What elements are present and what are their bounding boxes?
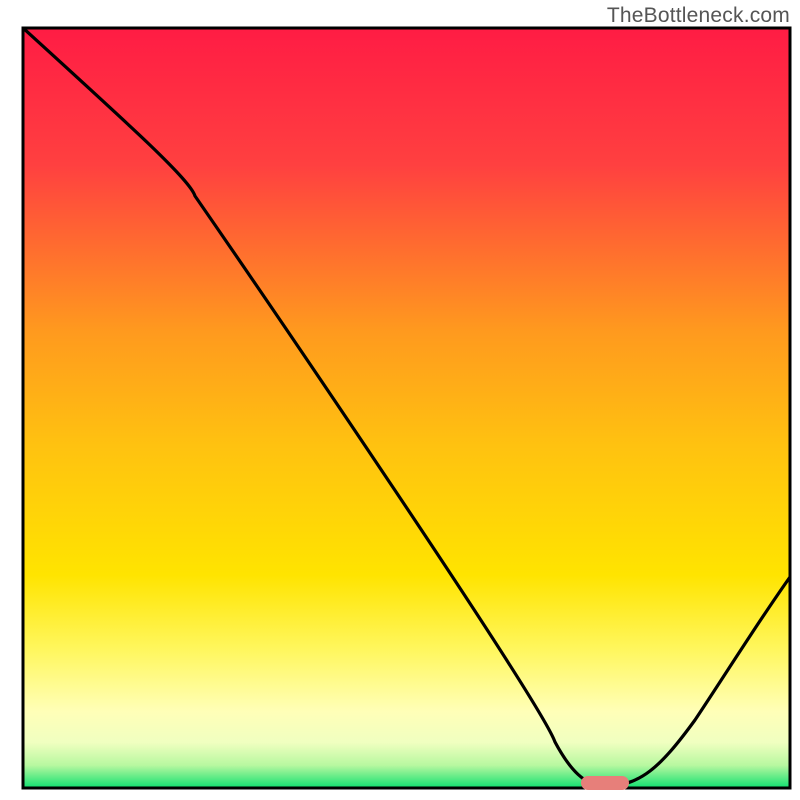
plot-background (23, 28, 790, 788)
watermark-text: TheBottleneck.com (607, 4, 790, 28)
chart-svg (0, 0, 800, 800)
optimum-marker (581, 776, 629, 790)
chart-container: TheBottleneck.com (0, 0, 800, 800)
